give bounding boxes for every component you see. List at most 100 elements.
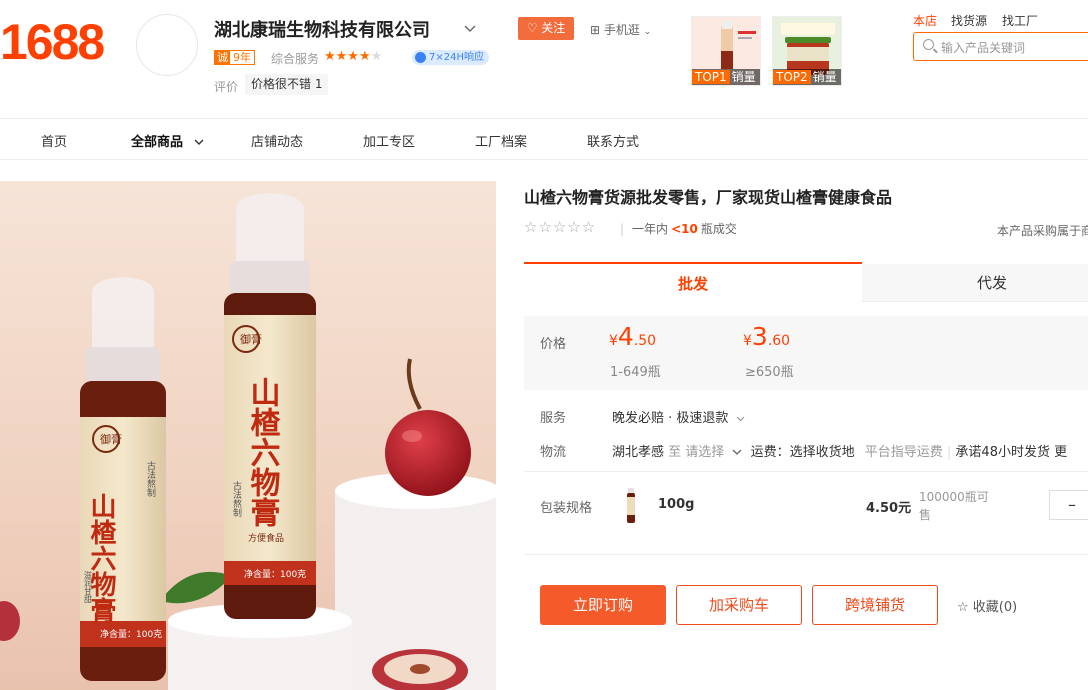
add-to-cart-button[interactable]: 加采购车 (676, 585, 802, 625)
logistics-origin: 湖北孝感 (612, 445, 665, 460)
follow-button-label: 关注 (541, 21, 566, 35)
price-integer: 3 (751, 322, 768, 351)
bottle2-type-text: 方便食品 (248, 532, 284, 544)
search-placeholder: 输入产品关键词 (941, 41, 1026, 55)
sku-name: 100g (658, 497, 695, 512)
price-tier-1-range: 1-649瓶 (610, 365, 661, 380)
heart-plus-icon: ♡ (526, 21, 538, 35)
product-main-image[interactable]: 御膏 山楂六物膏 古法熬制 滋润甘甜 净含量：100克 御膏 山楂六物膏 古法熬… (0, 181, 496, 690)
star-icon: ☆ (957, 600, 969, 615)
service-value-text: 晚发必赔 · 极速退款 (612, 411, 729, 426)
response-badge-text: 7×24H响应 (429, 52, 484, 63)
top-label-1: 销量 (731, 70, 756, 84)
sku-thumbnail[interactable] (626, 488, 636, 524)
follow-button[interactable]: ♡ 关注 (518, 17, 574, 40)
nav-item-shop-news[interactable]: 店铺动态 (251, 131, 303, 150)
sold-count: | 一年内 <10 瓶成交 (620, 222, 737, 236)
rating-stars-empty: ☆☆☆☆☆ (524, 218, 597, 236)
logistics-destination-select[interactable]: 至 请选择 (668, 445, 750, 460)
qr-grid-icon: ⊞ (590, 23, 601, 37)
price-integer: 4 (617, 322, 634, 351)
logistics-sep: | (946, 445, 952, 460)
nav-divider-top (0, 118, 1088, 119)
bottle-side-text-1: 古法熬制 (145, 460, 156, 497)
divider (524, 471, 1088, 472)
nav-item-processing[interactable]: 加工专区 (363, 131, 415, 150)
logistics-promise: 承诺48小时发货 (955, 445, 1050, 460)
nav-divider-bottom (0, 159, 1088, 160)
sold-prefix: 一年内 (632, 222, 669, 236)
scope-tab-this-shop[interactable]: 本店 (913, 12, 937, 29)
logistics-value: 湖北孝感 至 请选择 运费：选择收货地 平台指导运费 | 承诺48小时发货 更 (612, 441, 1067, 460)
bottle-brand-text: 御膏 (100, 432, 122, 446)
site-logo[interactable]: 1688 (0, 14, 105, 70)
favorite-button-label: 收藏(0) (972, 600, 1018, 615)
mobile-link[interactable]: ⊞ 手机逛 ⌄ (590, 21, 651, 38)
price-tier-2: ¥3.60 (743, 322, 790, 351)
tab-wholesale[interactable]: 批发 (524, 262, 862, 302)
logistics-label: 物流 (540, 445, 567, 460)
chevron-down-icon (732, 449, 742, 455)
tab-dropship[interactable]: 代发 (862, 264, 1088, 302)
price-currency: ¥ (743, 333, 752, 349)
shop-avatar[interactable] (136, 14, 198, 76)
response-badge: 7×24H响应 (412, 50, 489, 65)
service-score-label: 综合服务 (271, 52, 320, 66)
bottle2-name-text: 山楂六物膏 (245, 377, 281, 527)
order-now-button[interactable]: 立即订购 (540, 585, 666, 625)
divider (524, 554, 1088, 555)
chevron-down-icon (736, 416, 744, 422)
price-decimal: .60 (767, 333, 791, 349)
scope-tab-find-factory[interactable]: 找工厂 (1002, 12, 1038, 29)
price-label: 价格 (540, 337, 567, 352)
review-tag[interactable]: 价格很不错 1 (245, 74, 329, 95)
bottle-name-text: 山楂六物膏 (86, 493, 116, 623)
top-product-card-2[interactable]: TOP2 销量 (772, 16, 842, 86)
sku-stock: 100000瓶可售 (919, 490, 989, 522)
service-value[interactable]: 晚发必赔 · 极速退款 (612, 407, 745, 426)
bottle2-brand-text: 御膏 (240, 332, 262, 346)
bottle-net-text: 净含量：100克 (100, 628, 162, 640)
shop-name[interactable]: 湖北康瑞生物科技有限公司 (214, 16, 430, 42)
product-title: 山楂六物膏货源批发零售，厂家现货山楂膏健康食品 (524, 188, 893, 207)
chevron-down-icon (194, 139, 204, 145)
clock-icon (415, 52, 426, 63)
logistics-more[interactable]: 更 (1054, 445, 1067, 460)
price-tier-2-range: ≥650瓶 (745, 365, 794, 380)
years-badge-text: 9年 (233, 51, 251, 64)
logistics-fee: 运费：选择收货地 (750, 445, 855, 460)
chevron-down-icon: ⌄ (643, 27, 652, 37)
quantity-decrement-button[interactable]: – (1049, 490, 1088, 520)
bottle-side-text-2: 滋润甘甜 (84, 570, 93, 604)
bottle2-net-text: 净含量：100克 (244, 568, 306, 580)
purchase-note: 本产品采购属于商 (997, 224, 1088, 238)
top-product-card-1[interactable]: TOP1 销量 (691, 16, 761, 86)
nav-item-all-products[interactable]: 全部商品 (131, 131, 204, 150)
nav-item-factory-profile[interactable]: 工厂档案 (475, 131, 527, 150)
price-tier-1: ¥4.50 (609, 322, 656, 351)
cross-border-button[interactable]: 跨境铺货 (812, 585, 938, 625)
years-badge-lead: 诚 (215, 51, 230, 64)
sold-suffix: 瓶成交 (700, 222, 737, 236)
nav-item-all-products-label: 全部商品 (131, 135, 184, 150)
bottle2-side-text-1: 古法熬制 (231, 480, 242, 517)
search-icon (923, 39, 934, 50)
top-label-2: 销量 (812, 70, 837, 84)
price-decimal: .50 (633, 333, 657, 349)
top-rank-2: TOP2 (773, 70, 811, 84)
top-rank-1: TOP1 (692, 70, 730, 84)
service-rating-stars: ★★★★★ (324, 49, 383, 64)
review-label: 评价 (214, 80, 239, 94)
scope-tab-find-supply[interactable]: 找货源 (951, 12, 987, 29)
chevron-down-icon[interactable] (464, 22, 476, 36)
nav-item-home[interactable]: 首页 (41, 131, 67, 150)
sku-price: 4.50元 (866, 501, 912, 516)
nav-item-contact[interactable]: 联系方式 (587, 131, 639, 150)
price-currency: ¥ (609, 333, 618, 349)
years-badge: 诚 9年 (214, 50, 255, 65)
logistics-guide: 平台指导运费 (864, 445, 943, 460)
sku-label: 包装规格 (540, 501, 593, 516)
favorite-button[interactable]: ☆ 收藏(0) (957, 596, 1017, 615)
logistics-destination-text: 至 请选择 (668, 445, 725, 460)
service-label: 服务 (540, 411, 567, 426)
